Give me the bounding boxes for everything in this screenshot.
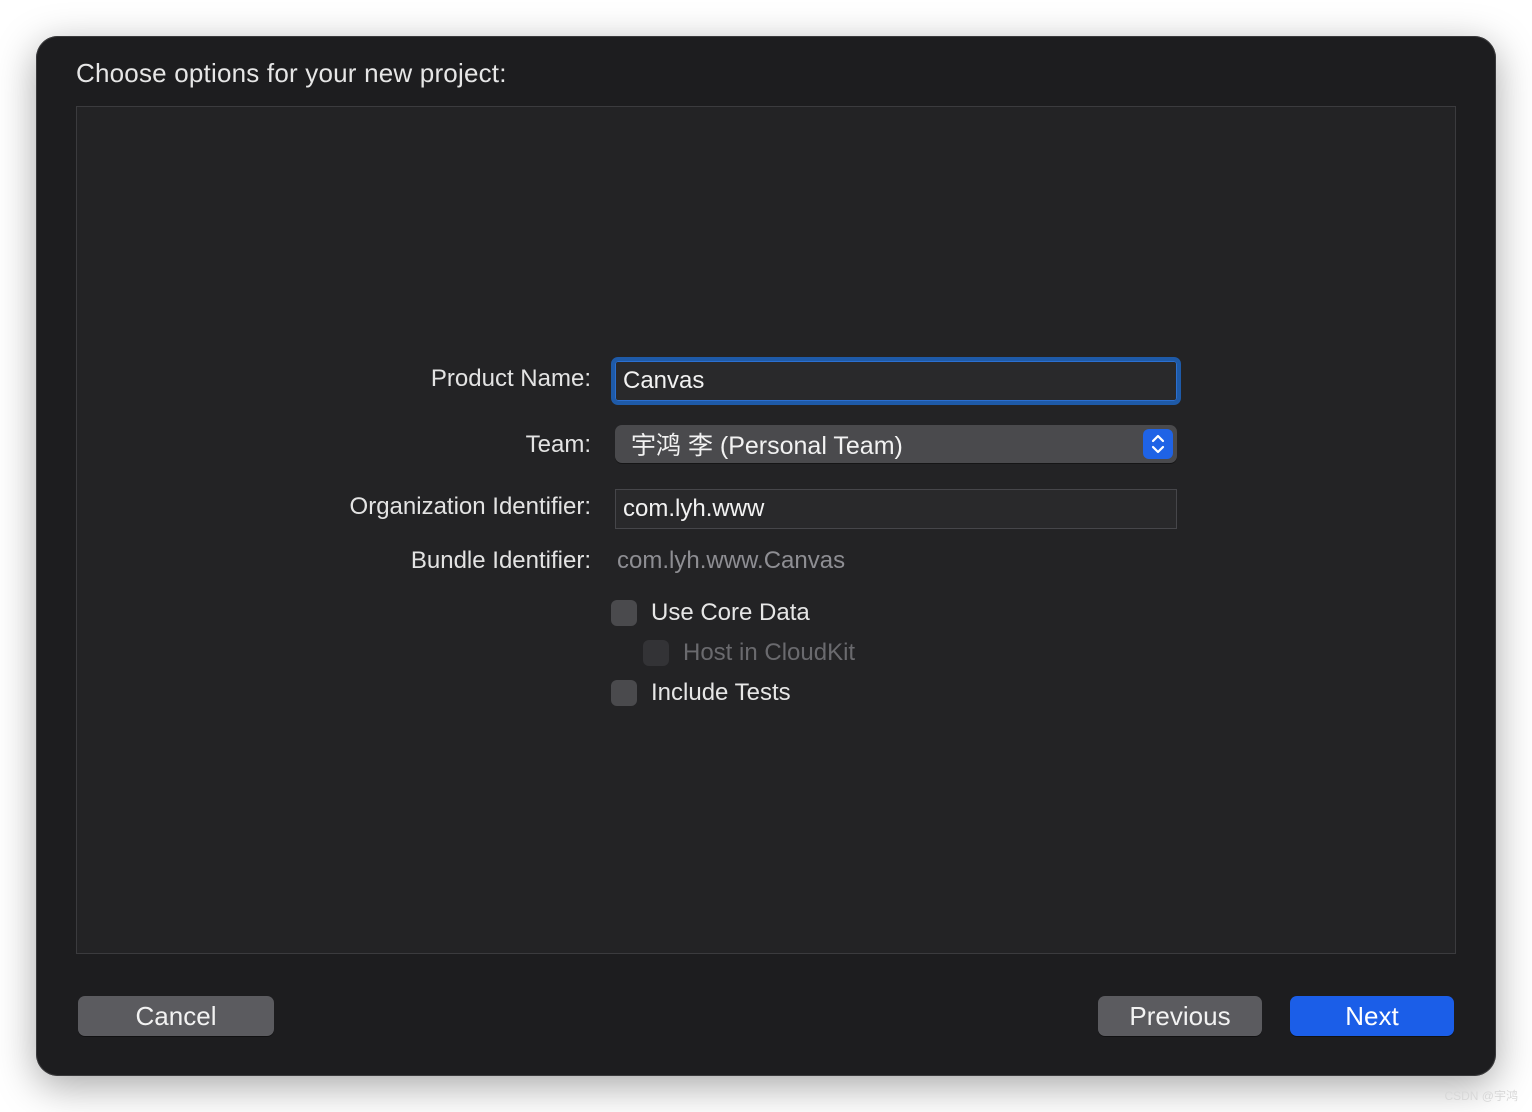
use-core-data-label: Use Core Data xyxy=(651,599,810,626)
include-tests-checkbox[interactable]: Include Tests xyxy=(611,679,791,707)
team-popup-button[interactable]: 宇鸿 李 (Personal Team) xyxy=(615,425,1177,463)
team-label: Team: xyxy=(525,431,591,458)
bundle-identifier-value: com.lyh.www.Canvas xyxy=(617,547,846,574)
organization-identifier-field[interactable]: com.lyh.www xyxy=(615,489,1177,529)
use-core-data-checkbox[interactable]: Use Core Data xyxy=(611,599,810,627)
cancel-button[interactable]: Cancel xyxy=(78,996,274,1036)
chevron-up-down-icon xyxy=(1143,429,1173,459)
next-button[interactable]: Next xyxy=(1290,996,1454,1036)
organization-identifier-label: Organization Identifier: xyxy=(349,493,591,520)
checkbox-box[interactable] xyxy=(611,600,637,626)
options-panel: Product Name: Canvas Team: 宇鸿 李 (Persona… xyxy=(76,106,1456,954)
organization-identifier-value: com.lyh.www xyxy=(623,495,765,522)
product-name-field[interactable]: Canvas xyxy=(611,357,1181,405)
host-in-cloudkit-label: Host in CloudKit xyxy=(683,639,856,666)
product-name-value: Canvas xyxy=(623,367,705,394)
previous-button[interactable]: Previous xyxy=(1098,996,1262,1036)
watermark: CSDN @宇鸿 xyxy=(1444,1089,1518,1103)
include-tests-label: Include Tests xyxy=(651,679,791,706)
team-value: 宇鸿 李 (Personal Team) xyxy=(631,432,903,460)
host-in-cloudkit-checkbox: Host in CloudKit xyxy=(643,639,855,667)
checkbox-box[interactable] xyxy=(611,680,637,706)
bundle-identifier-label: Bundle Identifier: xyxy=(410,547,591,574)
product-name-label: Product Name: xyxy=(430,365,591,392)
sheet-title: Choose options for your new project: xyxy=(76,58,507,88)
checkbox-box xyxy=(643,640,669,666)
new-project-sheet: Choose options for your new project: Pro… xyxy=(36,36,1496,1076)
